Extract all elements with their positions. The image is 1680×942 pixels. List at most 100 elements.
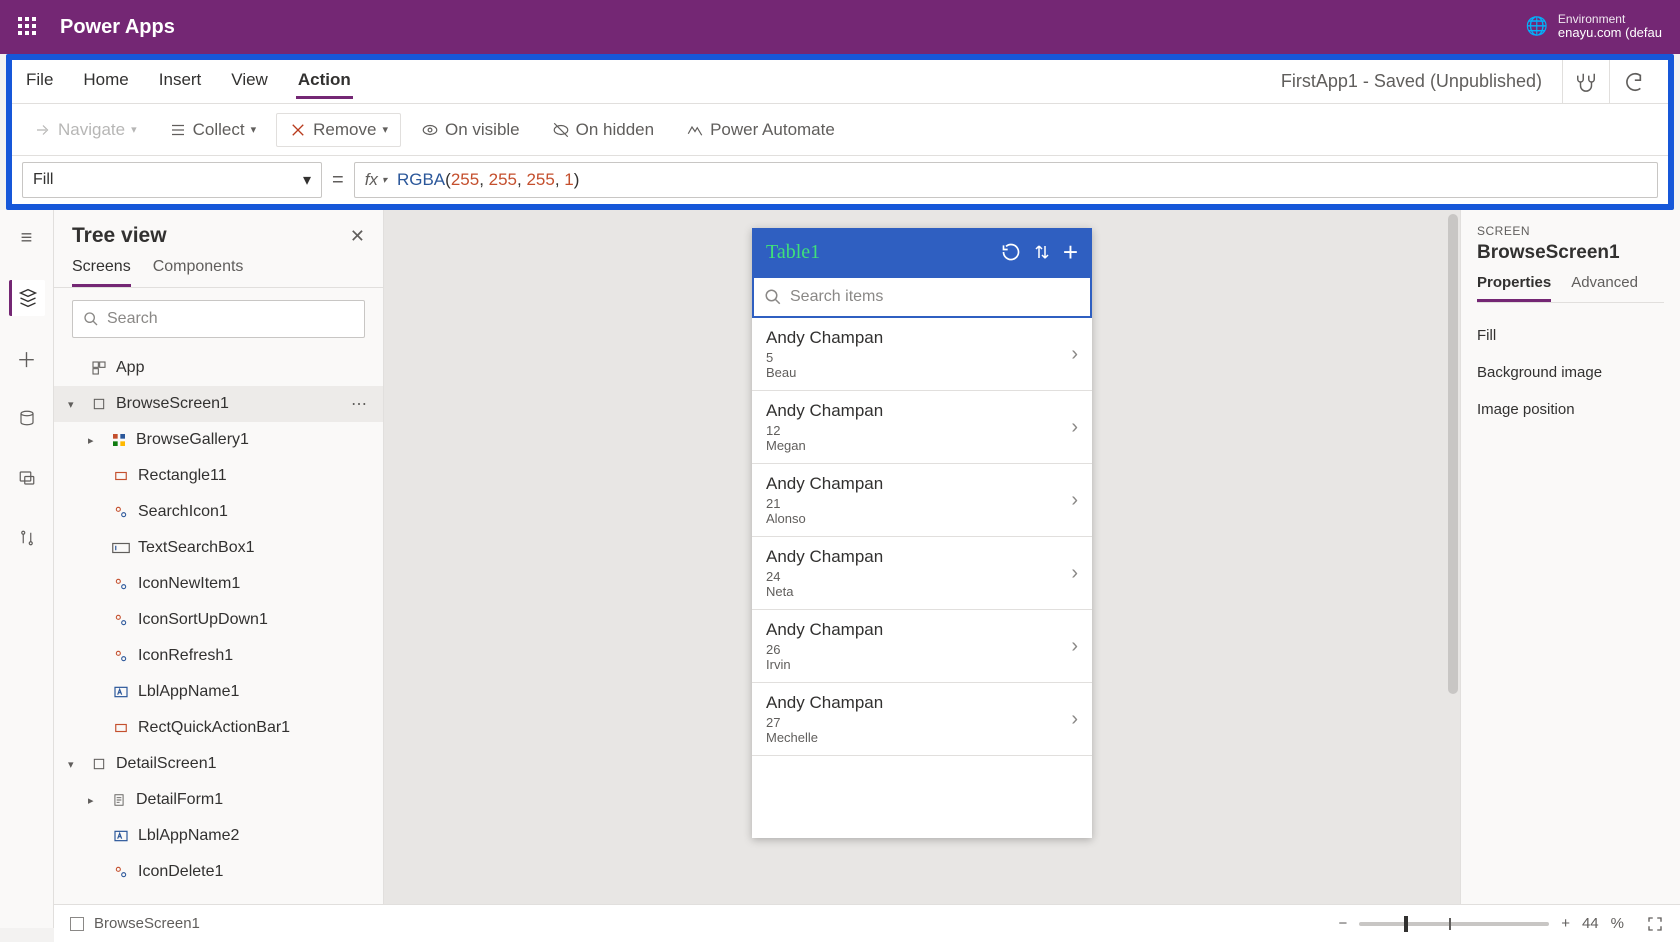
menu-insert[interactable]: Insert <box>157 64 204 99</box>
prop-fill[interactable]: Fill <box>1477 317 1664 354</box>
list-item[interactable]: Andy Champan21Alonso› <box>752 464 1092 537</box>
tree-node-detailscreen[interactable]: ▾ DetailScreen1 <box>54 746 383 782</box>
remove-button[interactable]: Remove ▾ <box>276 113 401 147</box>
sort-icon[interactable] <box>1033 242 1051 262</box>
list-item[interactable]: Andy Champan26Irvin› <box>752 610 1092 683</box>
label-icon <box>112 827 130 845</box>
tree-node-lblappname2[interactable]: LblAppName2 <box>54 818 383 854</box>
rail-data-button[interactable] <box>9 400 45 436</box>
app-header: Table1 + <box>752 228 1092 276</box>
tree-label: SearchIcon1 <box>138 503 228 521</box>
close-icon[interactable]: ✕ <box>350 226 365 247</box>
screen-icon <box>90 395 108 413</box>
tree-view-panel: Tree view ✕ Screens Components Search Ap… <box>54 210 384 928</box>
tree-node-rectangle11[interactable]: Rectangle11 <box>54 458 383 494</box>
on-visible-button[interactable]: On visible <box>409 114 532 146</box>
menu-view[interactable]: View <box>229 64 270 99</box>
search-icon <box>764 288 782 306</box>
menu-home[interactable]: Home <box>81 64 130 99</box>
canvas-scrollbar[interactable] <box>1448 214 1458 924</box>
zoom-in-button[interactable]: + <box>1561 915 1570 932</box>
app-title: Power Apps <box>60 16 175 39</box>
chevron-down-icon: ▾ <box>68 398 82 411</box>
zoom-slider[interactable] <box>1359 922 1549 926</box>
tree-view-title: Tree view <box>72 224 167 248</box>
search-box[interactable]: Search items <box>752 276 1092 318</box>
screen-icon <box>70 917 84 931</box>
status-breadcrumb[interactable]: BrowseScreen1 <box>94 915 200 932</box>
tree-node-app[interactable]: App <box>54 350 383 386</box>
screen-icon <box>90 755 108 773</box>
gallery-icon <box>110 431 128 449</box>
app-checker-button[interactable] <box>1562 60 1609 103</box>
collect-button[interactable]: Collect ▾ <box>157 114 269 146</box>
property-selector[interactable]: Fill ▾ <box>22 162 322 198</box>
list-item[interactable]: Andy Champan12Megan› <box>752 391 1092 464</box>
on-hidden-button[interactable]: On hidden <box>540 114 666 146</box>
rail-hamburger-button[interactable]: ≡ <box>9 220 45 256</box>
power-automate-button[interactable]: Power Automate <box>674 114 847 146</box>
remove-label: Remove <box>313 120 376 140</box>
tab-properties[interactable]: Properties <box>1477 274 1551 302</box>
navigate-label: Navigate <box>58 120 125 140</box>
menu-action[interactable]: Action <box>296 64 353 99</box>
icon-control-icon <box>112 863 130 881</box>
tree-search-input[interactable]: Search <box>72 300 365 338</box>
list-item[interactable]: Andy Champan24Neta› <box>752 537 1092 610</box>
canvas[interactable]: Table1 + Search items Andy Champan5Beau›… <box>384 210 1460 928</box>
tree-node-textsearchbox1[interactable]: TextSearchBox1 <box>54 530 383 566</box>
tree-label: DetailForm1 <box>136 791 223 809</box>
rail-insert-button[interactable]: ＋ <box>9 340 45 376</box>
tree-node-iconnewitem1[interactable]: IconNewItem1 <box>54 566 383 602</box>
gallery-list: Andy Champan5Beau› Andy Champan12Megan› … <box>752 318 1092 838</box>
tree-node-iconrefresh1[interactable]: IconRefresh1 <box>54 638 383 674</box>
menu-file[interactable]: File <box>24 64 55 99</box>
rail-tree-view-button[interactable] <box>9 280 45 316</box>
menu-bar: File Home Insert View Action FirstApp1 -… <box>12 60 1668 104</box>
tab-advanced[interactable]: Advanced <box>1571 274 1638 302</box>
tree-node-rectquick[interactable]: RectQuickActionBar1 <box>54 710 383 746</box>
status-bar: BrowseScreen1 − + 44 % <box>54 904 1680 942</box>
on-hidden-label: On hidden <box>576 120 654 140</box>
tree-label: LblAppName2 <box>138 827 239 845</box>
more-icon[interactable]: ⋯ <box>351 394 369 414</box>
environment-value: enayu.com (defau <box>1558 26 1662 40</box>
zoom-out-button[interactable]: − <box>1338 915 1347 932</box>
ribbon-highlight-frame: File Home Insert View Action FirstApp1 -… <box>6 54 1674 210</box>
undo-button[interactable] <box>1609 60 1656 103</box>
form-icon <box>110 791 128 809</box>
navigate-button[interactable]: Navigate ▾ <box>22 114 149 146</box>
fit-to-screen-button[interactable] <box>1646 915 1664 933</box>
selected-element-name: BrowseScreen1 <box>1477 242 1664 264</box>
tree-node-lblappname1[interactable]: LblAppName1 <box>54 674 383 710</box>
rail-media-button[interactable] <box>9 460 45 496</box>
property-name: Fill <box>33 171 53 189</box>
formula-input[interactable]: fx▾ RGBA(255, 255, 255, 1) <box>354 162 1658 198</box>
prop-image-position[interactable]: Image position <box>1477 391 1664 428</box>
tree-node-icondelete1[interactable]: IconDelete1 <box>54 854 383 890</box>
chevron-right-icon: › <box>1071 343 1078 366</box>
chevron-down-icon: ▾ <box>68 758 82 771</box>
tab-screens[interactable]: Screens <box>72 258 131 287</box>
tree-label: Rectangle11 <box>138 467 227 485</box>
textbox-icon <box>112 539 130 557</box>
tree-node-searchicon1[interactable]: SearchIcon1 <box>54 494 383 530</box>
list-item[interactable]: Andy Champan27Mechelle› <box>752 683 1092 756</box>
refresh-icon[interactable] <box>1001 242 1021 262</box>
tree-label: DetailScreen1 <box>116 755 217 773</box>
prop-background-image[interactable]: Background image <box>1477 354 1664 391</box>
list-item[interactable]: Andy Champan5Beau› <box>752 318 1092 391</box>
tree-node-iconsort1[interactable]: IconSortUpDown1 <box>54 602 383 638</box>
rail-tools-button[interactable] <box>9 520 45 556</box>
tree-node-browsescreen[interactable]: ▾ BrowseScreen1 ⋯ <box>54 386 383 422</box>
tree-node-detailform1[interactable]: ▸ DetailForm1 <box>54 782 383 818</box>
tab-components[interactable]: Components <box>153 258 244 287</box>
tree-label: BrowseGallery1 <box>136 431 249 449</box>
tree-node-gallery[interactable]: ▸ BrowseGallery1 <box>54 422 383 458</box>
add-icon[interactable]: + <box>1063 237 1078 268</box>
environment-picker[interactable]: 🌐 Environment enayu.com (defau <box>1526 13 1663 40</box>
action-toolbar: Navigate ▾ Collect ▾ Remove ▾ On visible… <box>12 104 1668 156</box>
app-launcher-icon[interactable] <box>18 17 38 37</box>
tree-label: LblAppName1 <box>138 683 239 701</box>
phone-preview[interactable]: Table1 + Search items Andy Champan5Beau›… <box>752 228 1092 838</box>
